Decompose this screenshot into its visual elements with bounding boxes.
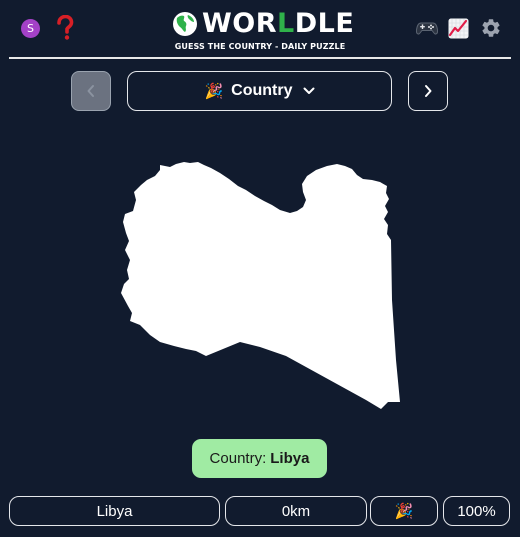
logo: WORLDLE — [172, 9, 354, 39]
country-silhouette-map — [121, 162, 400, 409]
logo-text-part2: DLE — [294, 8, 355, 39]
worldle-app: S WORLDLE GUESS THE COUNTRY - DAILY PUZZ… — [0, 0, 520, 537]
header: S WORLDLE GUESS THE COUNTRY - DAILY PUZZ… — [0, 0, 520, 58]
next-button[interactable] — [408, 71, 448, 111]
mode-select[interactable]: 🎉 Country — [127, 71, 392, 111]
answer-prefix: Country: — [209, 450, 267, 467]
logo-text-part1: WOR — [202, 8, 278, 39]
user-avatar[interactable]: S — [21, 19, 40, 38]
guess-direction: 🎉 — [370, 496, 438, 526]
answer-badge: Country: Libya — [192, 439, 327, 478]
party-popper-icon: 🎉 — [204, 83, 224, 100]
guess-distance: 0km — [225, 496, 367, 526]
guess-proximity: 100% — [443, 496, 510, 526]
header-divider — [9, 57, 511, 59]
tagline: GUESS THE COUNTRY - DAILY PUZZLE — [174, 42, 346, 51]
gear-icon[interactable] — [480, 17, 502, 39]
party-popper-icon: 🎉 — [394, 503, 414, 520]
prev-button[interactable] — [71, 71, 111, 111]
gamepad-icon[interactable] — [416, 20, 438, 36]
chevron-left-icon — [87, 85, 94, 97]
chevron-right-icon — [425, 85, 432, 97]
stats-icon[interactable] — [448, 18, 469, 39]
mode-label: Country — [231, 82, 293, 99]
globe-icon — [173, 12, 197, 36]
logo-text: WORLDLE — [202, 9, 354, 39]
help-icon[interactable] — [55, 15, 75, 41]
logo-text-accent: L — [277, 8, 295, 39]
answer-value: Libya — [270, 450, 310, 467]
chevron-down-icon — [303, 87, 314, 94]
guess-country: Libya — [9, 496, 220, 526]
